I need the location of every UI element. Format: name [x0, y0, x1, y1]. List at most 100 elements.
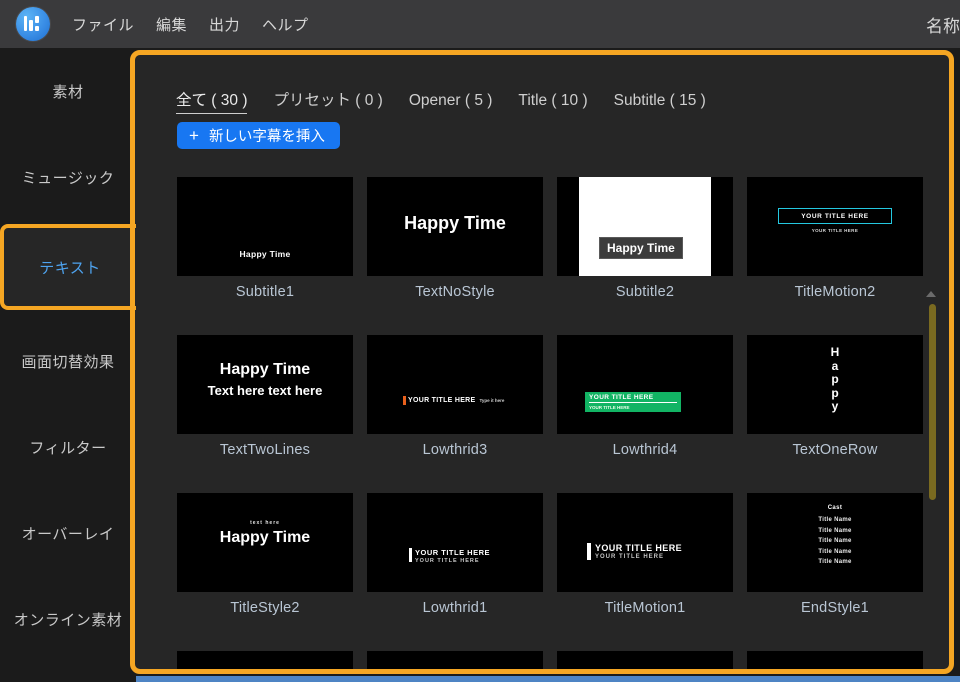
sidebar-item-transitions[interactable]: 画面切替効果: [0, 318, 136, 404]
thumb-text: Happy Time: [599, 237, 683, 259]
template-label: TitleStyle2: [230, 600, 300, 616]
thumb-subtext: YOUR TITLE HERE: [589, 405, 630, 410]
scrollbar-thumb[interactable]: [929, 304, 936, 500]
template-label: EndStyle1: [801, 600, 869, 616]
template-thumbnail[interactable]: [557, 651, 733, 669]
template-thumbnail[interactable]: Happy Time Text here text here: [177, 335, 353, 434]
template-label: Lowthrid4: [612, 442, 678, 458]
thumb-subtext: YOUR TITLE HERE: [811, 228, 859, 233]
thumb-char: y: [831, 399, 839, 413]
template-item-subtitle1[interactable]: Happy Time Subtitle1: [177, 177, 353, 300]
template-thumbnail[interactable]: Happy Time: [557, 177, 733, 276]
accent-bar: [409, 548, 412, 562]
project-name-label: 名称: [926, 16, 960, 36]
template-thumbnail[interactable]: YOUR TITLE HERE YOUR TITLE HERE: [557, 493, 733, 592]
template-item-lowthrid3[interactable]: YOUR TITLE HERE Type it here Lowthrid3: [367, 335, 543, 458]
template-item-row4-3[interactable]: [557, 651, 733, 669]
text-library-panel: 全て ( 30 ) プリセット ( 0 ) Opener ( 5 ) Title…: [135, 55, 949, 669]
template-label: TextNoStyle: [415, 284, 495, 300]
accent-bar: [403, 396, 406, 405]
template-thumbnail[interactable]: [747, 651, 923, 669]
app-logo-icon[interactable]: [16, 7, 50, 41]
sidebar-item-filters[interactable]: フィルター: [0, 404, 136, 490]
template-thumbnail[interactable]: YOUR TITLE HERE YOUR TITLE HERE: [367, 493, 543, 592]
sidebar-item-online[interactable]: オンライン素材: [0, 576, 136, 662]
template-thumbnail[interactable]: Cast Title Name Title Name Title Name Ti…: [747, 493, 923, 592]
template-item-titlestyle2[interactable]: text here Happy Time TitleStyle2: [177, 493, 353, 616]
scrollbar-track[interactable]: [926, 173, 943, 663]
menu-items: ファイル 編集 出力 ヘルプ: [72, 14, 309, 35]
template-thumbnail[interactable]: YOUR TITLE HERE YOUR TITLE HERE: [557, 335, 733, 434]
template-item-row4-4[interactable]: [747, 651, 923, 669]
template-thumbnail[interactable]: YOUR TITLE HERE Type it here: [367, 335, 543, 434]
template-label: TitleMotion2: [794, 284, 876, 300]
thumb-text: YOUR TITLE HERE: [408, 397, 476, 404]
thumb-char: a: [831, 358, 839, 373]
thumb-subtext: Title Name: [818, 538, 852, 544]
sidebar-item-overlays[interactable]: オーバーレイ: [0, 490, 136, 576]
thumb-lowerthird: YOUR TITLE HERE Type it here: [403, 396, 504, 405]
thumb-text: Happy Time: [404, 213, 506, 233]
template-item-row4-2[interactable]: [367, 651, 543, 669]
add-subtitle-label: 新しい字幕を挿入: [208, 129, 325, 145]
menu-item-edit[interactable]: 編集: [156, 14, 187, 35]
template-thumbnail[interactable]: YOUR TITLE HERE YOUR TITLE HERE: [747, 177, 923, 276]
bottom-blue-strip: [136, 676, 960, 682]
template-label: Subtitle2: [615, 284, 675, 300]
tab-subtitle[interactable]: Subtitle ( 15 ): [614, 92, 706, 113]
thumb-subtext: Title Name: [818, 548, 852, 555]
template-thumbnail[interactable]: text here Happy Time: [177, 493, 353, 592]
sidebar-item-media[interactable]: 素材: [0, 48, 136, 134]
thumb-text: YOUR TITLE HERE: [801, 212, 869, 220]
category-tabs: 全て ( 30 ) プリセット ( 0 ) Opener ( 5 ) Title…: [176, 88, 706, 114]
tab-opener[interactable]: Opener ( 5 ): [409, 92, 493, 113]
template-item-endstyle1[interactable]: Cast Title Name Title Name Title Name Ti…: [747, 493, 923, 616]
template-thumbnail[interactable]: Happy: [747, 335, 923, 434]
add-subtitle-button[interactable]: + 新しい字幕を挿入: [177, 122, 340, 149]
template-item-titlemotion1[interactable]: YOUR TITLE HERE YOUR TITLE HERE TitleMot…: [557, 493, 733, 616]
thumb-subtext: Title Name: [818, 517, 852, 523]
thumb-subtext: Title Name: [818, 559, 852, 565]
thumb-text: Happy Time: [239, 249, 291, 259]
scroll-up-arrow-icon[interactable]: [926, 291, 936, 297]
template-item-textnostyle[interactable]: Happy Time TextNoStyle: [367, 177, 543, 300]
tab-all[interactable]: 全て ( 30 ): [176, 88, 248, 114]
thumb-subtext: Type it here: [479, 398, 505, 403]
sidebar: 素材 ミュージック テキスト 画面切替効果 フィルター オーバーレイ オンライン…: [0, 48, 136, 682]
template-label: TitleMotion1: [604, 600, 686, 616]
thumb-text: Happy Time: [219, 361, 311, 378]
sidebar-item-music[interactable]: ミュージック: [0, 134, 136, 220]
thumb-subtext: text here: [250, 520, 280, 526]
thumb-subtext: YOUR TITLE HERE: [595, 554, 665, 560]
thumb-text: YOUR TITLE HERE: [415, 548, 491, 557]
menu-item-file[interactable]: ファイル: [72, 14, 134, 35]
menu-item-help[interactable]: ヘルプ: [262, 14, 309, 35]
template-item-lowthrid1[interactable]: YOUR TITLE HERE YOUR TITLE HERE Lowthrid…: [367, 493, 543, 616]
menu-item-export[interactable]: 出力: [209, 14, 240, 35]
thumb-char: p: [831, 372, 839, 386]
template-item-titlemotion2[interactable]: YOUR TITLE HERE YOUR TITLE HERE TitleMot…: [747, 177, 923, 300]
tab-title[interactable]: Title ( 10 ): [518, 92, 587, 113]
accent-bar: [587, 543, 591, 560]
thumb-white-bg: [579, 177, 711, 276]
menu-bar-right: 名称: [926, 0, 960, 48]
template-thumbnail[interactable]: [177, 651, 353, 669]
sidebar-item-text[interactable]: テキスト: [0, 224, 136, 310]
template-thumbnail[interactable]: Happy Time: [177, 177, 353, 276]
thumb-char: H: [830, 345, 840, 359]
template-item-lowthrid4[interactable]: YOUR TITLE HERE YOUR TITLE HERE Lowthrid…: [557, 335, 733, 458]
tab-preset[interactable]: プリセット ( 0 ): [273, 88, 382, 113]
thumb-subtext: YOUR TITLE HERE: [415, 558, 480, 564]
template-item-subtitle2[interactable]: Happy Time Subtitle2: [557, 177, 733, 300]
template-item-texttwolines[interactable]: Happy Time Text here text here TextTwoLi…: [177, 335, 353, 458]
template-label: Lowthrid1: [422, 600, 488, 616]
template-item-row4-1[interactable]: [177, 651, 353, 669]
template-thumbnail[interactable]: [367, 651, 543, 669]
template-item-textonerow[interactable]: Happy TextOneRow: [747, 335, 923, 458]
thumb-text: Cast: [827, 505, 843, 511]
template-label: TextTwoLines: [219, 442, 311, 458]
thumb-green-box: YOUR TITLE HERE YOUR TITLE HERE: [585, 392, 681, 412]
menu-bar: ファイル 編集 出力 ヘルプ 名称: [0, 0, 960, 48]
thumb-credits: Cast Title Name Title Name Title Name Ti…: [747, 505, 923, 568]
template-thumbnail[interactable]: Happy Time: [367, 177, 543, 276]
